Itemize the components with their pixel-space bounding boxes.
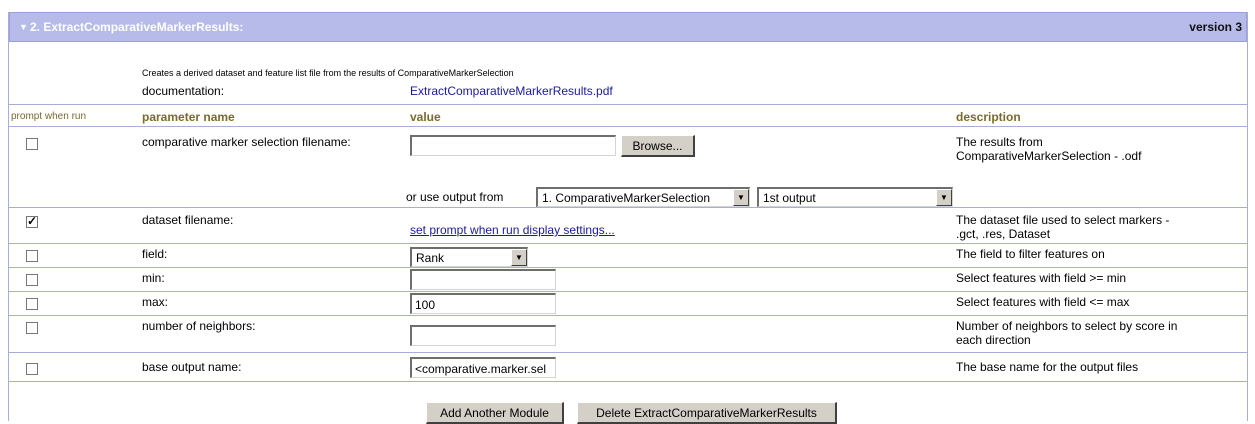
module-version: version 3 — [1189, 20, 1242, 34]
neighbors-input[interactable] — [410, 325, 556, 346]
prompt-checkbox-base-output[interactable] — [26, 363, 38, 375]
column-header-prompt: prompt when run — [11, 111, 87, 122]
param-name-max: max: — [142, 295, 169, 309]
divider — [9, 291, 1247, 292]
column-header-value: value — [410, 110, 441, 124]
select-value: 1. ComparativeMarkerSelection — [542, 191, 711, 205]
dropdown-arrow-icon[interactable]: ▼ — [511, 249, 527, 266]
desc-line: each direction — [956, 333, 1031, 347]
select-value: Rank — [416, 251, 445, 265]
collapse-triangle-icon[interactable]: ▼ — [19, 22, 28, 32]
param-desc-cms-file: The results from ComparativeMarkerSelect… — [956, 135, 1141, 163]
param-name-neighbors: number of neighbors: — [142, 319, 256, 333]
desc-line: The dataset file used to select markers … — [956, 213, 1170, 227]
param-name-field: field: — [142, 247, 168, 261]
param-name-min: min: — [142, 271, 165, 285]
desc-line: Number of neighbors to select by score i… — [956, 319, 1178, 333]
prompt-checkbox-max[interactable] — [26, 298, 38, 310]
param-name-dataset: dataset filename: — [142, 213, 234, 227]
or-use-output-label: or use output from — [406, 190, 504, 204]
module-panel: ▼ 2. ExtractComparativeMarkerResults: ve… — [8, 12, 1248, 424]
prompt-display-settings-link[interactable]: set prompt when run display settings... — [410, 223, 615, 237]
divider — [9, 104, 1247, 105]
desc-line: ComparativeMarkerSelection - .odf — [956, 149, 1142, 163]
module-title: 2. ExtractComparativeMarkerResults: — [30, 20, 244, 34]
desc-line: The results from — [956, 135, 1043, 149]
field-select[interactable]: Rank ▼ — [410, 247, 528, 267]
module-output-select[interactable]: 1. ComparativeMarkerSelection ▼ — [536, 187, 750, 207]
param-desc-max: Select features with field <= max — [956, 295, 1130, 309]
min-input[interactable] — [410, 269, 556, 290]
prompt-checkbox-field[interactable] — [26, 250, 38, 262]
divider — [9, 126, 1247, 127]
dropdown-arrow-icon[interactable]: ▼ — [936, 189, 952, 206]
param-desc-neighbors: Number of neighbors to select by score i… — [956, 319, 1177, 347]
param-desc-base-output: The base name for the output files — [956, 360, 1139, 374]
param-desc-dataset: The dataset file used to select markers … — [956, 213, 1169, 241]
desc-line: .gct, .res, Dataset — [956, 227, 1051, 241]
module-header[interactable]: ▼ 2. ExtractComparativeMarkerResults: ve… — [9, 12, 1247, 42]
dropdown-arrow-icon[interactable]: ▼ — [733, 189, 749, 206]
cms-file-input[interactable] — [410, 135, 616, 156]
divider — [9, 315, 1247, 316]
browse-button[interactable]: Browse... — [621, 135, 695, 157]
max-input[interactable]: 100 — [410, 293, 556, 314]
select-value: 1st output — [763, 191, 816, 205]
output-number-select[interactable]: 1st output ▼ — [757, 187, 953, 207]
divider — [9, 381, 1247, 382]
divider — [9, 207, 1247, 208]
prompt-checkbox-dataset[interactable] — [26, 214, 38, 228]
divider — [9, 243, 1247, 244]
documentation-label: documentation: — [142, 84, 225, 98]
prompt-checkbox-neighbors[interactable] — [26, 322, 38, 334]
prompt-checkbox-cms-file[interactable] — [26, 138, 38, 150]
param-name-base-output: base output name: — [142, 360, 242, 374]
divider — [9, 352, 1247, 353]
base-output-input[interactable]: <comparative.marker.sel — [410, 357, 556, 378]
param-desc-min: Select features with field >= min — [956, 271, 1127, 285]
divider — [9, 267, 1247, 268]
param-desc-field: The field to filter features on — [956, 247, 1105, 261]
column-header-description: description — [956, 110, 1021, 124]
prompt-checkbox-min[interactable] — [26, 274, 38, 286]
documentation-link[interactable]: ExtractComparativeMarkerResults.pdf — [410, 84, 613, 98]
column-header-name: parameter name — [142, 110, 235, 124]
module-description: Creates a derived dataset and feature li… — [142, 68, 514, 78]
param-name-cms-file: comparative marker selection filename: — [142, 135, 351, 149]
